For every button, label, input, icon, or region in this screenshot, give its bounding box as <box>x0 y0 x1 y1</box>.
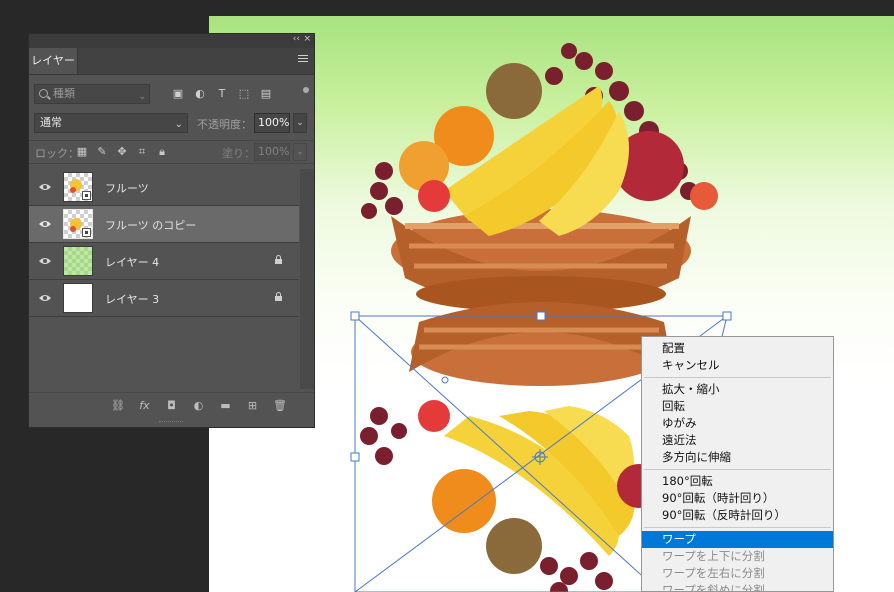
opacity-dropdown[interactable]: ⌄ <box>293 113 307 133</box>
chevron-down-icon: ⌄ <box>138 92 146 102</box>
smart-object-icon <box>82 191 91 200</box>
link-layers-icon[interactable]: ⛓ <box>111 399 125 412</box>
panel-title-bar[interactable]: ‹‹ × <box>29 34 314 48</box>
opacity-input[interactable]: 100% <box>254 113 290 133</box>
filter-placeholder: 種類 <box>53 87 75 100</box>
collapse-panel-icon[interactable]: ‹‹ <box>293 34 300 44</box>
menu-item-rotate[interactable]: 回転 <box>642 398 833 415</box>
lock-label: ロック： <box>35 147 79 160</box>
lock-icon[interactable] <box>274 255 283 264</box>
layer-thumbnail <box>63 246 93 276</box>
menu-item-split-warp-horizontal: ワープを左右に分割 <box>662 566 765 580</box>
menu-item-distort[interactable]: 多方向に伸縮 <box>642 449 833 466</box>
adjustment-filter-icon[interactable]: ◐ <box>194 88 206 100</box>
new-layer-icon[interactable]: ⊞ <box>246 399 259 412</box>
layer-kind-filter[interactable]: 種類 ⌄ <box>34 84 150 104</box>
layer-name[interactable]: フルーツ <box>105 180 149 196</box>
search-icon <box>39 89 48 98</box>
fill-dropdown[interactable]: ⌄ <box>293 143 307 161</box>
menu-item-place[interactable]: 配置 <box>642 340 833 357</box>
layer-thumbnail <box>63 209 93 239</box>
opacity-label: 不透明度： <box>197 118 252 131</box>
menu-item-scale[interactable]: 拡大・縮小 <box>642 381 833 398</box>
layer-name[interactable]: レイヤー 4 <box>105 254 159 270</box>
transform-context-menu: 配置 キャンセル 拡大・縮小 回転 ゆがみ 遠近法 多方向に伸縮 180°回転 … <box>641 336 834 592</box>
menu-item-rotate-90-ccw[interactable]: 90°回転（反時計回り） <box>642 507 833 524</box>
layer-row[interactable]: レイヤー 4 <box>29 243 299 280</box>
pixel-filter-icon[interactable]: ▣ <box>172 88 184 100</box>
layers-panel: ‹‹ × レイヤー 種類 ⌄ ▣ ◐ T ⬚ ▤ 通常 ⌄ 不透明度： 100% ⌄ ロ… <box>28 33 315 428</box>
chevron-down-icon: ⌄ <box>174 119 183 130</box>
layer-name[interactable]: レイヤー 3 <box>105 291 159 307</box>
type-filter-icon[interactable]: T <box>216 88 228 100</box>
blend-mode-select[interactable]: 通常 ⌄ <box>34 113 188 133</box>
smart-object-filter-icon[interactable]: ▤ <box>260 88 272 100</box>
fill-input[interactable]: 100% <box>254 143 290 161</box>
adjustment-layer-icon[interactable]: ◐ <box>192 399 205 412</box>
menu-item-perspective[interactable]: 遠近法 <box>642 432 833 449</box>
filter-toggle-icon[interactable] <box>303 87 309 93</box>
close-panel-icon[interactable]: × <box>303 34 311 44</box>
visibility-eye-icon[interactable] <box>39 255 51 267</box>
layer-style-fx-icon[interactable]: fx <box>138 399 151 412</box>
smart-object-icon <box>82 228 91 237</box>
visibility-eye-icon[interactable] <box>39 292 51 304</box>
layer-row[interactable]: フルーツ <box>29 169 299 206</box>
layer-name[interactable]: フルーツ のコピー <box>105 217 196 233</box>
lock-image-pixels-icon[interactable]: ✎ <box>96 146 108 158</box>
layer-row[interactable]: レイヤー 3 <box>29 280 299 317</box>
menu-divider <box>644 469 831 470</box>
layer-thumbnail <box>63 172 93 202</box>
lock-icon[interactable] <box>274 292 283 301</box>
new-group-folder-icon[interactable]: ▬ <box>219 399 232 412</box>
menu-item-rotate-180[interactable]: 180°回転 <box>642 473 833 490</box>
menu-item-split-warp-vertical: ワープを上下に分割 <box>662 549 765 563</box>
add-mask-icon[interactable]: ◘ <box>165 399 178 412</box>
menu-item-rotate-90-cw[interactable]: 90°回転（時計回り） <box>642 490 833 507</box>
layer-list: フルーツ フルーツ のコピー レイヤー 4 レイヤー 3 <box>29 169 299 317</box>
menu-item-skew[interactable]: ゆがみ <box>642 415 833 432</box>
lock-position-icon[interactable]: ✥ <box>116 146 128 158</box>
layer-list-scrollbar[interactable] <box>300 169 314 389</box>
lock-artboard-icon[interactable]: ⌗ <box>136 146 148 158</box>
tab-layers[interactable]: レイヤー <box>29 48 78 74</box>
trash-icon[interactable]: 🗑︎ <box>273 399 287 412</box>
layer-row[interactable]: フルーツ のコピー <box>29 206 299 243</box>
visibility-eye-icon[interactable] <box>39 218 51 230</box>
panel-resize-grip[interactable] <box>159 421 183 426</box>
layer-thumbnail <box>63 283 93 313</box>
fill-label: 塗り： <box>222 147 255 160</box>
shape-filter-icon[interactable]: ⬚ <box>238 88 250 100</box>
menu-item-split-warp-crosswise: ワープを斜めに分割 <box>662 583 765 592</box>
lock-transparent-pixels-icon[interactable]: ▦ <box>76 146 88 158</box>
visibility-eye-icon[interactable] <box>39 181 51 193</box>
menu-divider <box>644 377 831 378</box>
menu-item-warp[interactable]: ワープ <box>642 531 833 548</box>
blend-mode-value: 通常 <box>40 116 62 129</box>
menu-item-cancel[interactable]: キャンセル <box>642 357 833 374</box>
panel-menu-icon[interactable] <box>298 55 308 64</box>
menu-divider <box>644 527 831 528</box>
lock-all-icon[interactable]: 🔒︎ <box>156 146 168 158</box>
